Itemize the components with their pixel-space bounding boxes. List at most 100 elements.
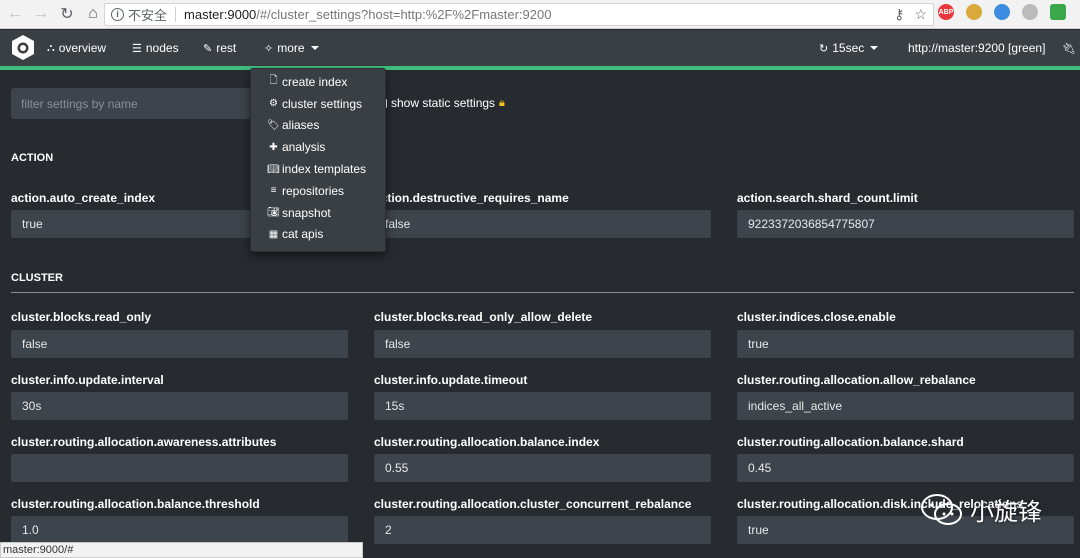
setting-label: cluster.blocks.read_only_allow_delete xyxy=(374,310,593,324)
app-navbar: ⛬ overview ☰ nodes ✎ rest ✧ more ↻ 15sec… xyxy=(0,30,1080,66)
tags-icon: 🏷︎ xyxy=(267,119,280,131)
cluster-label: http://master:9200 [green] xyxy=(908,41,1046,55)
nav-nodes-label: nodes xyxy=(145,41,179,55)
setting-value[interactable]: false xyxy=(374,210,711,238)
menu-item-cluster-settings[interactable]: ⚙ cluster settings xyxy=(251,93,385,115)
setting-label: cluster.routing.allocation.awareness.att… xyxy=(11,435,277,449)
setting-value[interactable]: false xyxy=(11,330,348,358)
nav-rest-label: rest xyxy=(216,41,237,55)
setting-value[interactable]: 0.45 xyxy=(737,454,1074,482)
more-dropdown-menu: 🗋︎ create index ⚙ cluster settings 🏷︎ al… xyxy=(250,68,386,252)
setting-label: cluster.routing.allocation.balance.shard xyxy=(737,435,964,449)
setting-label: cluster.routing.allocation.balance.index xyxy=(374,435,600,449)
forward-icon[interactable]: → xyxy=(30,3,52,25)
nav-overview-label: overview xyxy=(58,41,107,55)
setting-label: cluster.routing.allocation.balance.thres… xyxy=(11,497,260,511)
wifi-extension-icon[interactable] xyxy=(1022,4,1038,20)
setting-value[interactable]: 1.0 xyxy=(11,516,348,544)
refresh-interval[interactable]: ↻ 15sec xyxy=(819,30,879,66)
refresh-icon: ↻ xyxy=(819,42,829,55)
url-path: /#/cluster_settings?host=http:%2F%2Fmast… xyxy=(256,7,552,22)
extension-icon[interactable] xyxy=(966,4,982,20)
server-icon: ☰ xyxy=(132,42,142,55)
cogs-icon: ⚙ xyxy=(269,98,278,110)
menu-item-label: snapshot xyxy=(282,205,331,220)
nav-rest[interactable]: ✎ rest xyxy=(203,30,236,66)
section-title-cluster: CLUSTER xyxy=(11,272,63,284)
menu-item-repositories[interactable]: ≡ repositories xyxy=(251,180,385,202)
setting-label: cluster.routing.allocation.cluster_concu… xyxy=(374,497,692,511)
navbar-accent-bar xyxy=(0,66,1080,70)
url-text: master:9000/#/cluster_settings?host=http… xyxy=(176,7,551,22)
caret-down-icon xyxy=(310,46,319,50)
menu-item-index-templates[interactable]: 📖︎ index templates xyxy=(251,158,385,180)
nav-overview[interactable]: ⛬ overview xyxy=(47,30,106,66)
menu-item-label: index templates xyxy=(282,162,367,177)
show-static-settings-toggle[interactable]: show static settings 🔒︎ xyxy=(378,96,505,110)
magic-icon: ✧ xyxy=(264,42,274,55)
menu-item-label: repositories xyxy=(282,183,345,198)
table-icon: ▦ xyxy=(268,228,279,240)
menu-item-label: aliases xyxy=(282,118,320,133)
watermark: 小旋锋 xyxy=(920,492,1042,527)
setting-value[interactable]: 9223372036854775807 xyxy=(737,210,1074,238)
section-title-action: ACTION xyxy=(11,152,54,164)
setting-value[interactable]: 15s xyxy=(374,392,711,420)
nav-more[interactable]: ✧ more xyxy=(264,30,319,66)
caret-down-icon xyxy=(870,46,879,50)
setting-value[interactable] xyxy=(11,454,348,482)
setting-value[interactable]: 0.55 xyxy=(374,454,711,482)
setting-label: action.search.shard_count.limit xyxy=(737,191,918,205)
setting-label: action.destructive_requires_name xyxy=(374,191,569,205)
menu-item-label: create index xyxy=(282,74,348,89)
setting-label: cluster.blocks.read_only xyxy=(11,310,152,324)
menu-item-cat-apis[interactable]: ▦ cat apis xyxy=(251,224,385,246)
address-bar[interactable]: i 不安全 master:9000/#/cluster_settings?hos… xyxy=(104,3,934,26)
edit-icon: ✎ xyxy=(203,42,213,55)
lock-icon: 🔒︎ xyxy=(499,96,505,109)
reload-icon[interactable]: ↻ xyxy=(56,3,78,25)
section-divider xyxy=(11,292,1074,293)
setting-label: cluster.info.update.timeout xyxy=(374,373,528,387)
menu-item-label: cluster settings xyxy=(282,96,363,111)
menu-item-label: analysis xyxy=(282,140,326,155)
menu-item-snapshot[interactable]: 📷︎ snapshot xyxy=(251,202,385,224)
key-icon[interactable]: ⚷ xyxy=(894,6,904,23)
wechat-logo-icon xyxy=(921,493,962,525)
puzzle-icon: ✚ xyxy=(269,141,278,153)
setting-label: cluster.routing.allocation.allow_rebalan… xyxy=(737,373,976,387)
star-icon[interactable]: ☆ xyxy=(914,6,927,23)
globe-extension-icon[interactable] xyxy=(994,4,1010,20)
home-icon[interactable]: ⌂ xyxy=(82,3,104,25)
file-icon: 🗋︎ xyxy=(269,75,278,87)
menu-item-label: cat apis xyxy=(282,227,324,242)
nav-nodes[interactable]: ☰ nodes xyxy=(132,30,179,66)
menu-item-aliases[interactable]: 🏷︎ aliases xyxy=(251,115,385,137)
refresh-label: 15sec xyxy=(832,41,865,55)
menu-item-create-index[interactable]: 🗋︎ create index xyxy=(251,71,385,93)
security-label: 不安全 xyxy=(128,8,168,23)
cluster-connection[interactable]: http://master:9200 [green] xyxy=(908,30,1045,66)
url-host: master:9000 xyxy=(184,7,257,22)
status-url-bar: master:9000/# xyxy=(0,542,363,558)
info-icon: i xyxy=(111,8,124,21)
setting-value[interactable]: 30s xyxy=(11,392,348,420)
database-icon: ≡ xyxy=(270,185,277,197)
menu-item-analysis[interactable]: ✚ analysis xyxy=(251,136,385,158)
security-indicator[interactable]: i 不安全 xyxy=(105,7,177,23)
plug-icon[interactable]: 🔌︎ xyxy=(1062,30,1080,66)
evernote-extension-icon[interactable] xyxy=(1050,4,1066,20)
setting-value[interactable]: true xyxy=(737,330,1074,358)
setting-value[interactable]: 2 xyxy=(374,516,711,544)
setting-label: action.auto_create_index xyxy=(11,191,156,205)
setting-label: cluster.indices.close.enable xyxy=(737,310,896,324)
sitemap-icon: ⛬ xyxy=(47,41,55,54)
setting-value[interactable]: indices_all_active xyxy=(737,392,1074,420)
filter-settings-input[interactable] xyxy=(11,88,251,119)
cerebro-logo-icon[interactable] xyxy=(11,34,35,61)
static-label: show static settings xyxy=(391,96,496,110)
adblock-icon[interactable]: ABP xyxy=(938,4,954,20)
setting-value[interactable]: false xyxy=(374,330,711,358)
back-icon[interactable]: ← xyxy=(4,3,26,25)
nav-more-label: more xyxy=(277,41,305,55)
